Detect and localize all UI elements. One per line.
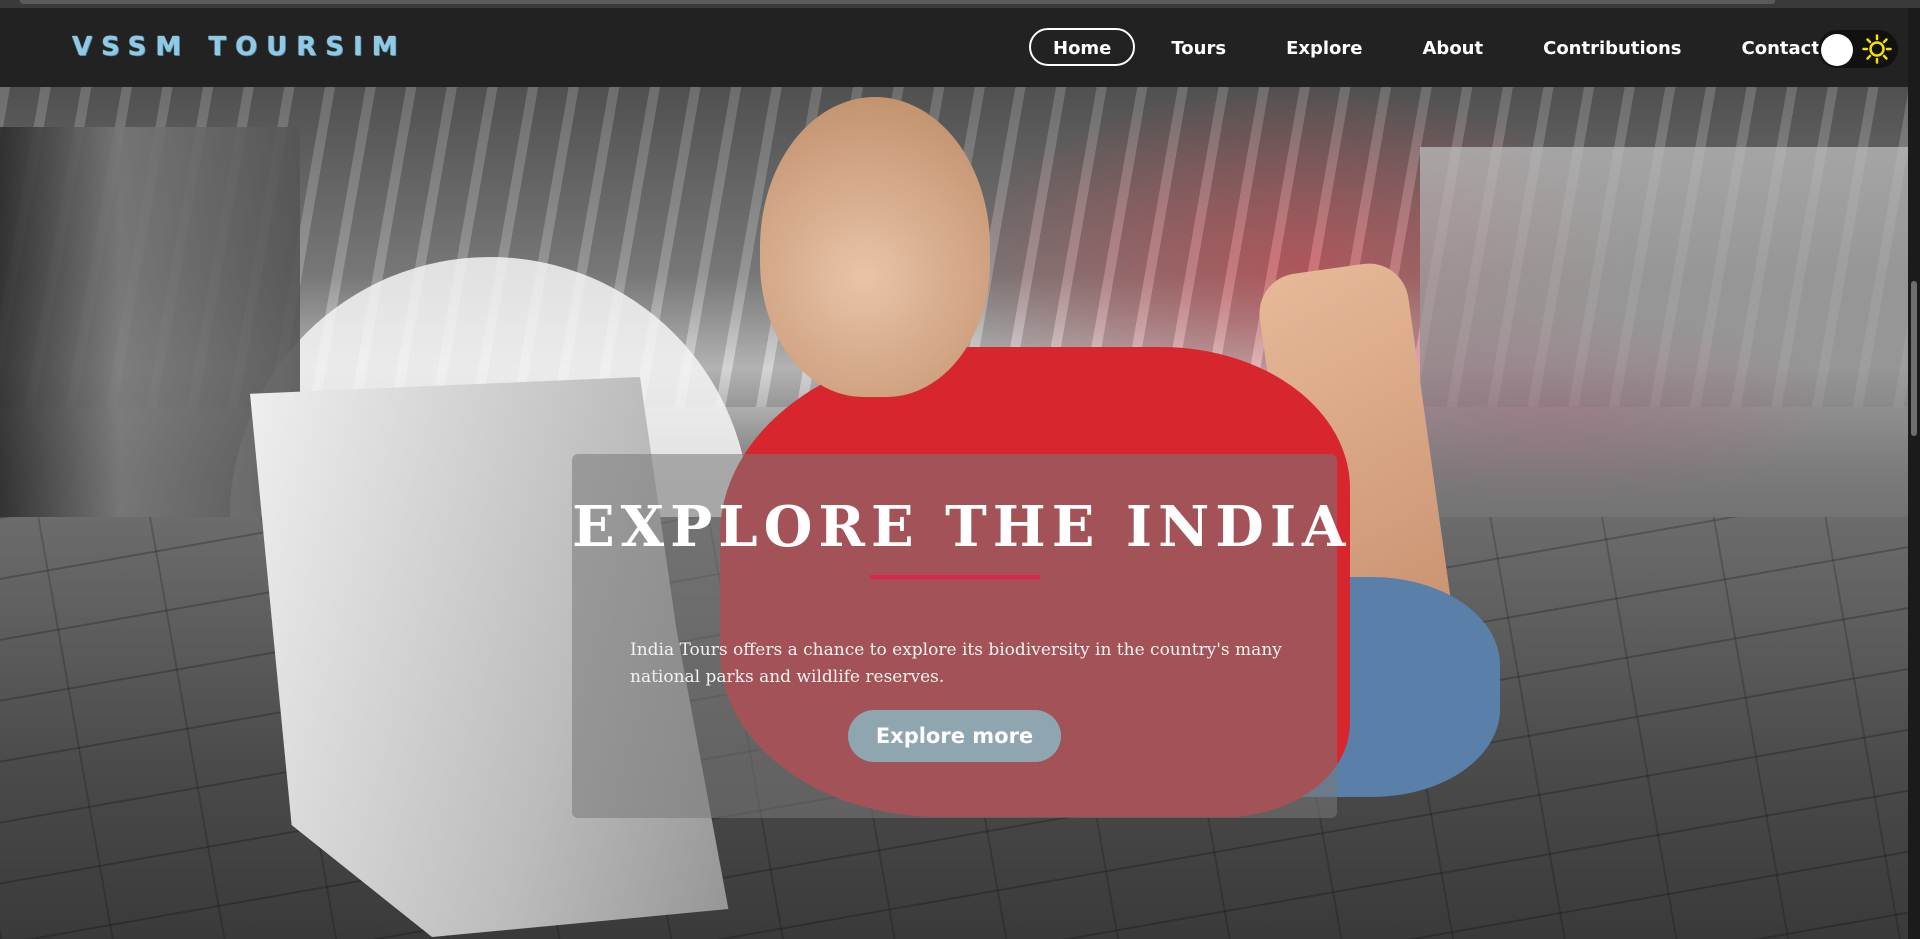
hero-section: EXPLORE THE INDIA India Tours offers a c… <box>0 87 1908 939</box>
hero-card: EXPLORE THE INDIA India Tours offers a c… <box>572 454 1352 818</box>
hero-title: EXPLORE THE INDIA <box>572 494 1352 560</box>
page-scrollbar[interactable] <box>1908 8 1920 939</box>
nav-link-about[interactable]: About <box>1399 28 1508 66</box>
hero-background-train-left <box>0 127 300 567</box>
toggle-knob <box>1821 34 1853 66</box>
navbar: VSSM TOURSIM Home Tours Explore About Co… <box>0 8 1908 87</box>
nav-link-home[interactable]: Home <box>1029 28 1136 66</box>
browser-top-strip <box>0 0 1920 8</box>
nav-link-tours[interactable]: Tours <box>1147 28 1250 66</box>
scroll-thumb[interactable] <box>1911 281 1917 436</box>
hero-description: India Tours offers a chance to explore i… <box>630 640 1282 687</box>
browser-top-bar <box>20 0 1775 4</box>
nav-link-explore[interactable]: Explore <box>1262 28 1386 66</box>
person-head <box>760 97 990 397</box>
page: VSSM TOURSIM Home Tours Explore About Co… <box>0 0 1920 939</box>
brand-logo[interactable]: VSSM TOURSIM <box>72 32 407 62</box>
nav-link-contributions[interactable]: Contributions <box>1519 28 1705 66</box>
hero-divider <box>870 575 1040 579</box>
theme-toggle[interactable] <box>1818 30 1898 68</box>
sun-icon <box>1862 34 1892 64</box>
nav-links: Home Tours Explore About Contributions C… <box>1029 27 1856 67</box>
explore-more-button[interactable]: Explore more <box>848 710 1061 762</box>
